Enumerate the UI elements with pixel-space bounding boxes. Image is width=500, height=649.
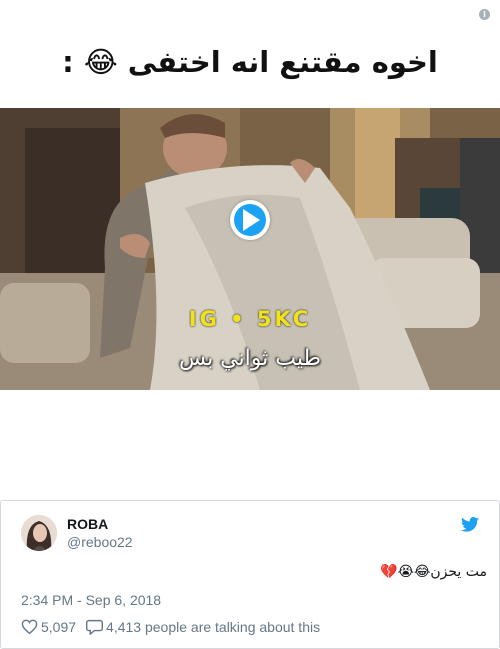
play-button[interactable] bbox=[230, 200, 270, 240]
heart-icon[interactable] bbox=[21, 619, 38, 635]
avatar[interactable] bbox=[21, 515, 57, 551]
author-handle[interactable]: @reboo22 bbox=[67, 534, 133, 550]
tweet-text: مت يحزن😂😭💔 bbox=[380, 564, 487, 580]
info-icon[interactable]: i bbox=[479, 9, 490, 20]
video-caption-english: IG • 5KC bbox=[188, 307, 312, 331]
twitter-bird-icon[interactable] bbox=[461, 517, 479, 532]
like-count[interactable]: 5,097 bbox=[41, 619, 76, 635]
tweet-actions: 5,097 4,413 people are talking about thi… bbox=[21, 619, 320, 635]
embedded-tweet: ROBA @reboo22 مت يحزن😂😭💔 2:34 PM - Sep 6… bbox=[0, 500, 500, 649]
play-triangle bbox=[243, 209, 260, 231]
headline: اخوه مقتنع انه اختفى 😂 : bbox=[0, 22, 500, 102]
tweet-timestamp[interactable]: 2:34 PM - Sep 6, 2018 bbox=[21, 592, 161, 608]
author-name[interactable]: ROBA bbox=[67, 516, 108, 532]
conversation-count-text[interactable]: 4,413 people are talking about this bbox=[106, 619, 320, 635]
video-player[interactable]: IG • 5KC طيب ثواني بس bbox=[0, 108, 500, 390]
video-caption-arabic: طيب ثواني بس bbox=[179, 346, 321, 371]
comment-icon[interactable] bbox=[86, 619, 104, 635]
headline-text: اخوه مقتنع انه اختفى 😂 : bbox=[62, 45, 438, 79]
